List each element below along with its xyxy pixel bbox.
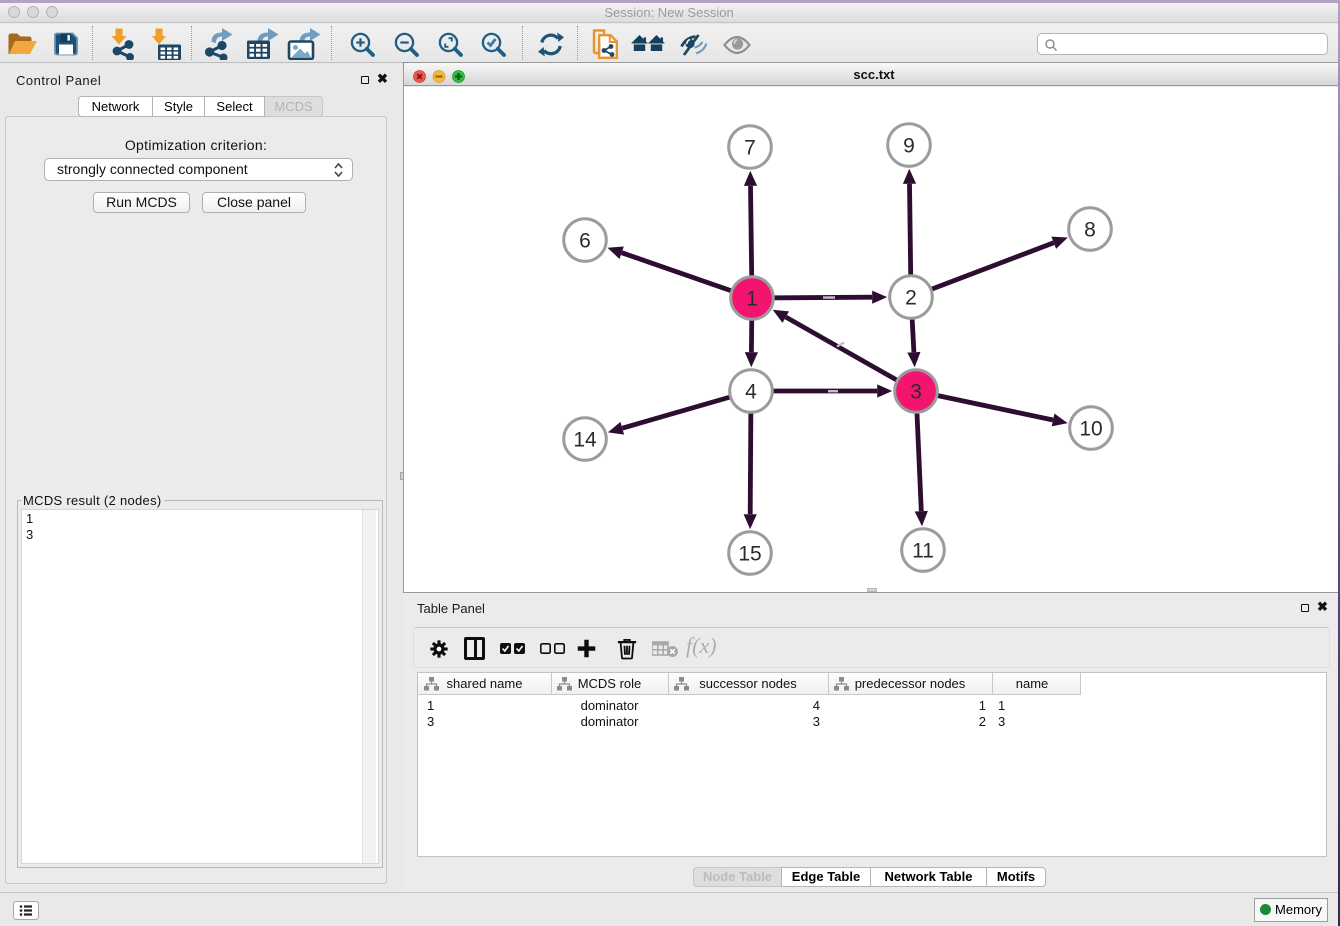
svg-text:14: 14 [573, 429, 597, 452]
svg-text:6: 6 [579, 230, 591, 253]
svg-text:7: 7 [744, 137, 756, 160]
svg-text:10: 10 [1079, 418, 1102, 441]
svg-text:2: 2 [905, 287, 917, 310]
svg-text:1: 1 [746, 288, 758, 311]
svg-text:8: 8 [1084, 219, 1096, 242]
svg-text:3: 3 [910, 381, 922, 404]
svg-text:9: 9 [903, 135, 915, 158]
svg-text:11: 11 [912, 540, 934, 563]
svg-text:15: 15 [738, 543, 761, 566]
svg-text:4: 4 [745, 381, 757, 404]
